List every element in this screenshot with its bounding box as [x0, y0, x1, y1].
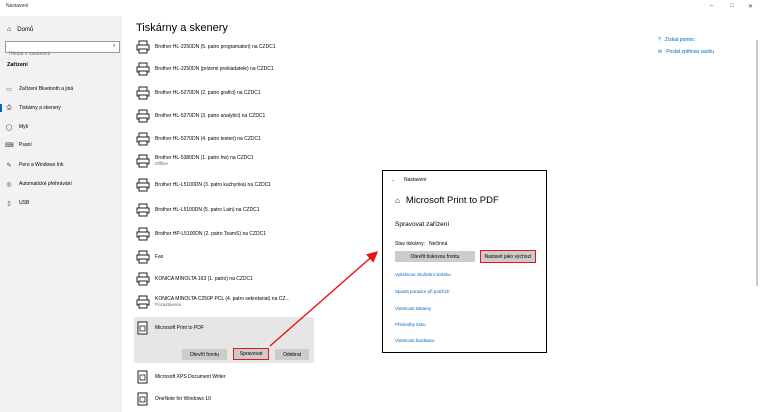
popup-title-text: Microsoft Print to PDF	[405, 195, 499, 206]
annotation-arrow	[269, 251, 379, 347]
device-detail-popup: ← Nastavení ⌂ Microsoft Print to PDF Spr…	[382, 170, 547, 353]
print-test-page-link[interactable]: Vytisknout zkušební stránku	[395, 272, 451, 277]
printer-properties-link[interactable]: Vlastnosti tiskárny	[395, 306, 431, 311]
print-preferences-link[interactable]: Předvolby tisku	[395, 322, 426, 327]
set-default-button[interactable]: Nastavit jako výchozí	[480, 250, 536, 263]
hardware-properties-link[interactable]: Vlastnosti hardwaru	[395, 338, 435, 343]
back-nav[interactable]: ← Nastavení	[391, 177, 427, 183]
troubleshooter-link[interactable]: Spustit poradce při potížích	[395, 289, 450, 294]
printer-state: Stav tiskárny: Nečinná	[395, 241, 447, 247]
state-value: Nečinná	[429, 241, 448, 247]
open-print-queue-button[interactable]: Otevřít tiskovou frontu	[395, 251, 475, 262]
back-label: Nastavení	[404, 177, 427, 183]
home-icon: ⌂	[395, 196, 400, 205]
state-label: Stav tiskárny:	[395, 241, 426, 247]
back-arrow-icon: ←	[391, 177, 396, 183]
manage-heading: Spravovat zařízení	[395, 221, 450, 228]
popup-title: ⌂ Microsoft Print to PDF	[395, 195, 499, 206]
